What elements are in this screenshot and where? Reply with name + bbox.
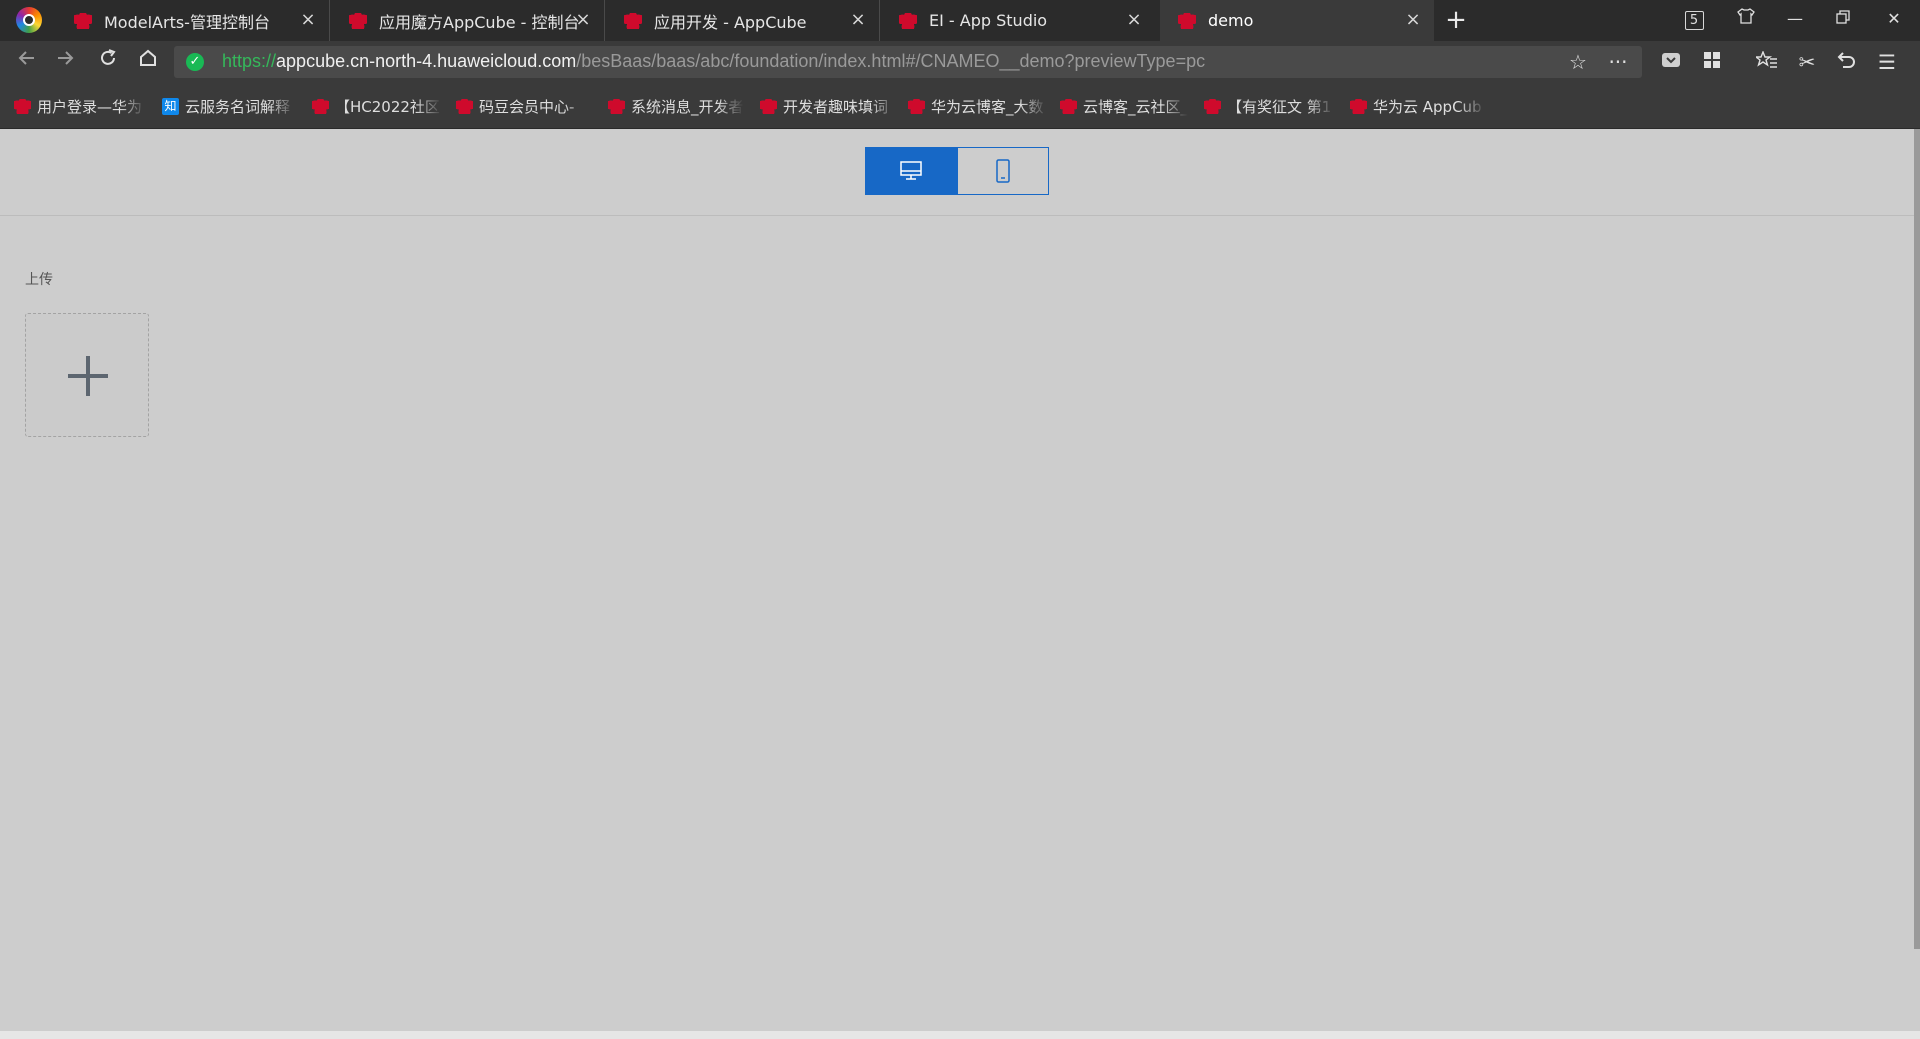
huawei-icon <box>312 98 329 114</box>
upload-label: 上传 <box>25 272 53 288</box>
mobile-icon <box>996 159 1010 183</box>
bookmark-label: 【HC2022社区 <box>335 97 440 116</box>
plus-icon <box>68 356 108 396</box>
tab-title: EI - App Studio <box>929 11 1048 30</box>
huawei-icon <box>1204 98 1221 114</box>
bookmark-item[interactable]: 华为云 AppCub <box>1350 96 1486 116</box>
huawei-icon <box>1060 98 1077 114</box>
tab-count-button[interactable]: 5 <box>1678 4 1710 34</box>
tab-title: ModelArts-管理控制台 <box>104 12 270 32</box>
home-icon[interactable] <box>133 47 163 77</box>
device-toggle <box>865 147 1049 195</box>
close-window-icon[interactable]: ✕ <box>1878 4 1910 34</box>
restore-icon[interactable] <box>1827 4 1859 34</box>
bookmark-label: 华为云 AppCub <box>1373 97 1482 116</box>
huawei-icon <box>899 12 917 29</box>
mobile-preview-button[interactable] <box>957 147 1049 195</box>
tab-title: 应用魔方AppCube - 控制台 <box>379 12 580 32</box>
url-host: appcube.cn-north-4.huaweicloud.com <box>276 51 577 71</box>
huawei-icon <box>624 12 642 29</box>
tab-demo[interactable]: demo × <box>1160 0 1434 41</box>
bookmark-item[interactable]: 华为云博客_大数 <box>908 96 1048 116</box>
bookmark-item[interactable]: 用户登录—华为 <box>14 96 146 116</box>
close-icon[interactable]: × <box>1404 11 1422 29</box>
url-text[interactable]: https://appcube.cn-north-4.huaweicloud.c… <box>222 51 1205 72</box>
menu-icon[interactable]: ☰ <box>1872 47 1902 77</box>
huawei-icon <box>349 12 367 29</box>
header-divider <box>0 215 1914 216</box>
tab-app-studio[interactable]: EI - App Studio × <box>881 0 1155 41</box>
bookmark-label: 云服务名词解释 <box>185 97 291 116</box>
bookmark-item[interactable]: 系统消息_开发者 <box>608 96 744 116</box>
undo-icon[interactable] <box>1832 47 1862 77</box>
tab-strip: ModelArts-管理控制台 × 应用魔方AppCube - 控制台 × 应用… <box>0 0 1920 41</box>
close-icon[interactable]: × <box>574 11 592 29</box>
huawei-icon <box>456 98 473 114</box>
bookmark-item[interactable]: 【有奖征文 第1 <box>1204 96 1334 116</box>
browser-logo-icon[interactable] <box>16 7 42 33</box>
pc-preview-button[interactable] <box>865 147 957 195</box>
tab-title: demo <box>1208 11 1254 30</box>
new-tab-button[interactable]: + <box>1442 6 1470 34</box>
close-icon[interactable]: × <box>849 11 867 29</box>
screenshot-scissors-icon[interactable]: ✂ <box>1792 47 1822 77</box>
bookmark-label: 【有奖征文 第1 <box>1227 97 1332 116</box>
bookmark-label: 码豆会员中心- <box>479 97 575 116</box>
favorites-list-icon[interactable] <box>1752 47 1782 77</box>
url-path: /besBaas/baas/abc/foundation/index.html#… <box>576 51 1206 71</box>
back-icon[interactable] <box>12 47 42 77</box>
url-scheme: https:// <box>222 51 277 71</box>
huawei-icon <box>608 98 625 114</box>
page-content: 上传 <box>0 129 1914 1031</box>
bookmark-label: 云博客_云社区_ <box>1083 97 1188 116</box>
bookmark-label: 用户登录—华为 <box>37 97 143 116</box>
zhihu-icon: 知 <box>162 97 179 115</box>
tab-appcube-console[interactable]: 应用魔方AppCube - 控制台 × <box>331 0 605 41</box>
desktop-icon <box>900 161 922 180</box>
navigation-bar: ✓ https://appcube.cn-north-4.huaweicloud… <box>0 41 1920 84</box>
huawei-icon <box>14 98 31 114</box>
close-icon[interactable]: × <box>1125 11 1143 29</box>
reload-icon[interactable] <box>93 47 123 77</box>
bookmark-item[interactable]: 云博客_云社区_ <box>1060 96 1188 116</box>
upload-dropzone[interactable] <box>25 313 149 437</box>
bookmark-label: 开发者趣味填词 <box>783 97 889 116</box>
bookmark-item[interactable]: 【HC2022社区 <box>312 96 442 116</box>
minimize-icon[interactable]: — <box>1779 4 1811 34</box>
bookmark-item[interactable]: 知 云服务名词解释 <box>162 96 296 116</box>
more-icon[interactable]: ··· <box>1604 48 1632 76</box>
apps-grid-icon[interactable] <box>1697 47 1727 77</box>
status-strip <box>0 1031 1920 1039</box>
huawei-icon <box>74 12 92 29</box>
bookmark-item[interactable]: 开发者趣味填词 <box>760 96 898 116</box>
huawei-icon <box>1178 12 1196 29</box>
bookmark-label: 系统消息_开发者 <box>631 97 744 116</box>
tab-title: 应用开发 - AppCube <box>654 12 807 32</box>
bookmark-item[interactable]: 码豆会员中心- <box>456 96 592 116</box>
scrollbar[interactable] <box>1914 129 1920 949</box>
huawei-icon <box>760 98 777 114</box>
extension-icon[interactable] <box>1656 47 1686 77</box>
close-icon[interactable]: × <box>299 11 317 29</box>
bookmarks-bar: 用户登录—华为 知 云服务名词解释 【HC2022社区 码豆会员中心- 系统消息… <box>0 84 1920 129</box>
bookmark-label: 华为云博客_大数 <box>931 97 1044 116</box>
forward-icon[interactable] <box>50 47 80 77</box>
skin-icon[interactable] <box>1730 4 1762 34</box>
tab-count: 5 <box>1684 11 1704 30</box>
tab-modelarts[interactable]: ModelArts-管理控制台 × <box>56 0 330 41</box>
huawei-icon <box>1350 98 1367 114</box>
secure-check-icon: ✓ <box>186 53 204 71</box>
huawei-icon <box>908 98 925 114</box>
bookmark-star-icon[interactable]: ☆ <box>1564 48 1592 76</box>
address-bar[interactable]: ✓ https://appcube.cn-north-4.huaweicloud… <box>174 46 1642 78</box>
tab-app-dev[interactable]: 应用开发 - AppCube × <box>606 0 880 41</box>
